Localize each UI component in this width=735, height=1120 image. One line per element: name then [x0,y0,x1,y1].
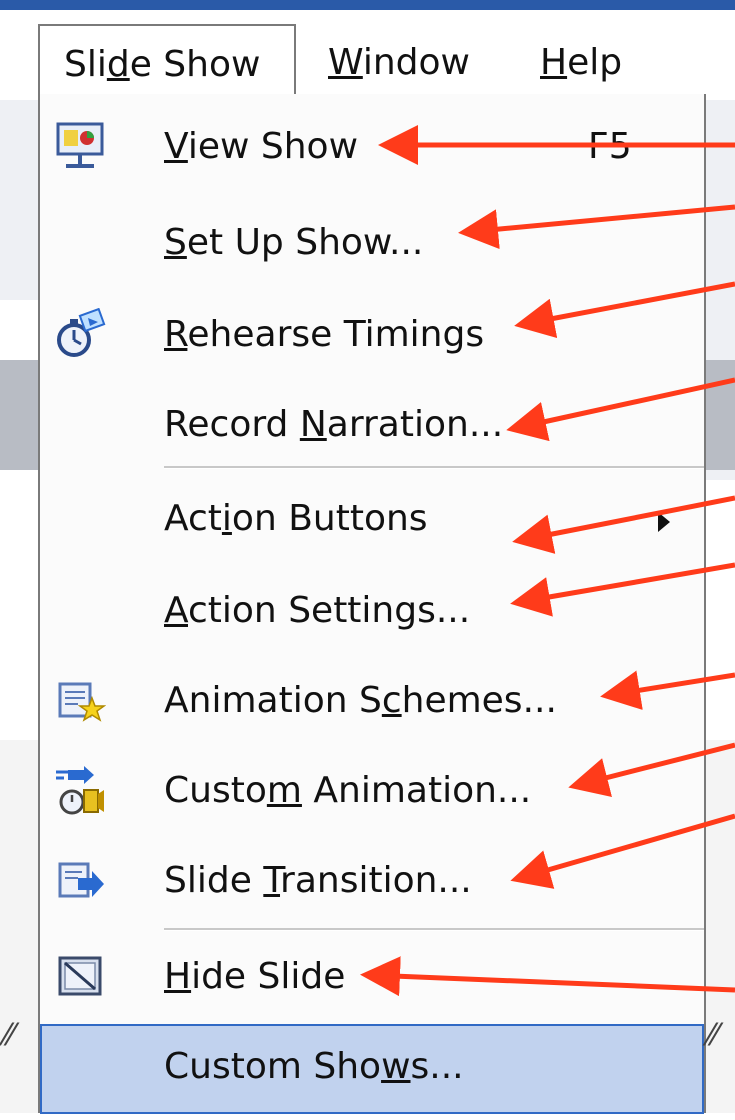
toolbar-background-right-dark [706,360,735,470]
menu-help[interactable]: Help [540,42,622,83]
slide-transition-icon [58,862,104,898]
menu-help-label-b: elp [567,42,623,83]
menu-item-action-settings[interactable]: Action Settings... [40,566,704,662]
menu-item-action-buttons[interactable]: Action Buttons [40,474,704,570]
menu-item-custom-animation[interactable]: Custom Animation... [40,746,704,842]
menu-bar: Slide Show Window Help [0,10,735,102]
record-narration-label: Record Narration... [164,404,504,445]
stopwatch-icon [57,308,106,357]
animation-schemes-label: Animation Schemes... [164,680,557,721]
custom-shows-label: Custom Shows... [164,1046,464,1087]
custom-animation-icon [56,766,104,815]
pane-background-right [706,740,735,1113]
view-show-label: View Show [164,126,359,167]
grip-right-icon: ⁄⁄ [708,1018,719,1053]
submenu-arrow-icon [658,512,670,532]
menu-window-accel: W [328,42,363,83]
custom-animation-label: Custom Animation... [164,770,532,811]
menu-item-view-show[interactable]: View Show F5 [40,102,704,198]
action-settings-label: Action Settings... [164,590,471,631]
toolbar-background-left [0,100,40,300]
menu-slide-show[interactable]: Slide Show [38,24,296,102]
menu-item-hide-slide[interactable]: Hide Slide [40,932,704,1028]
grip-left-icon: ⁄⁄ [4,1018,15,1053]
menu-item-rehearse-timings[interactable]: Rehearse Timings [40,290,704,386]
set-up-show-label: Set Up Show... [164,222,424,263]
menu-help-accel: H [540,42,568,83]
menu-item-set-up-show[interactable]: Set Up Show... [40,198,704,294]
pane-background-left [0,740,40,1113]
menu-window-label-b: indow [362,42,470,83]
projector-screen-icon [56,122,104,168]
menu-item-custom-shows[interactable]: Custom Shows... [40,1024,704,1120]
action-buttons-label: Action Buttons [164,498,428,539]
menu-item-slide-transition[interactable]: Slide Transition... [40,836,704,932]
menu-window[interactable]: Window [328,42,470,83]
slide-show-dropdown: View Show F5 Set Up Show... Rehearse Tim… [38,94,706,1114]
hide-slide-label: Hide Slide [164,956,346,997]
hide-slide-icon [58,956,102,996]
animation-schemes-icon [58,682,106,722]
menu-item-animation-schemes[interactable]: Animation Schemes... [40,656,704,752]
menu-separator [164,466,704,469]
menu-slide-show-label-a: Sli [64,44,107,85]
menu-item-record-narration[interactable]: Record Narration... [40,380,704,476]
slide-transition-label: Slide Transition... [164,860,472,901]
menu-slide-show-accel: d [106,44,130,85]
rehearse-timings-label: Rehearse Timings [164,314,485,355]
toolbar-background-left-dark [0,360,40,470]
title-strip [0,0,735,10]
menu-separator [164,928,704,931]
view-show-shortcut: F5 [588,126,632,167]
menu-slide-show-label-b: e Show [129,44,261,85]
